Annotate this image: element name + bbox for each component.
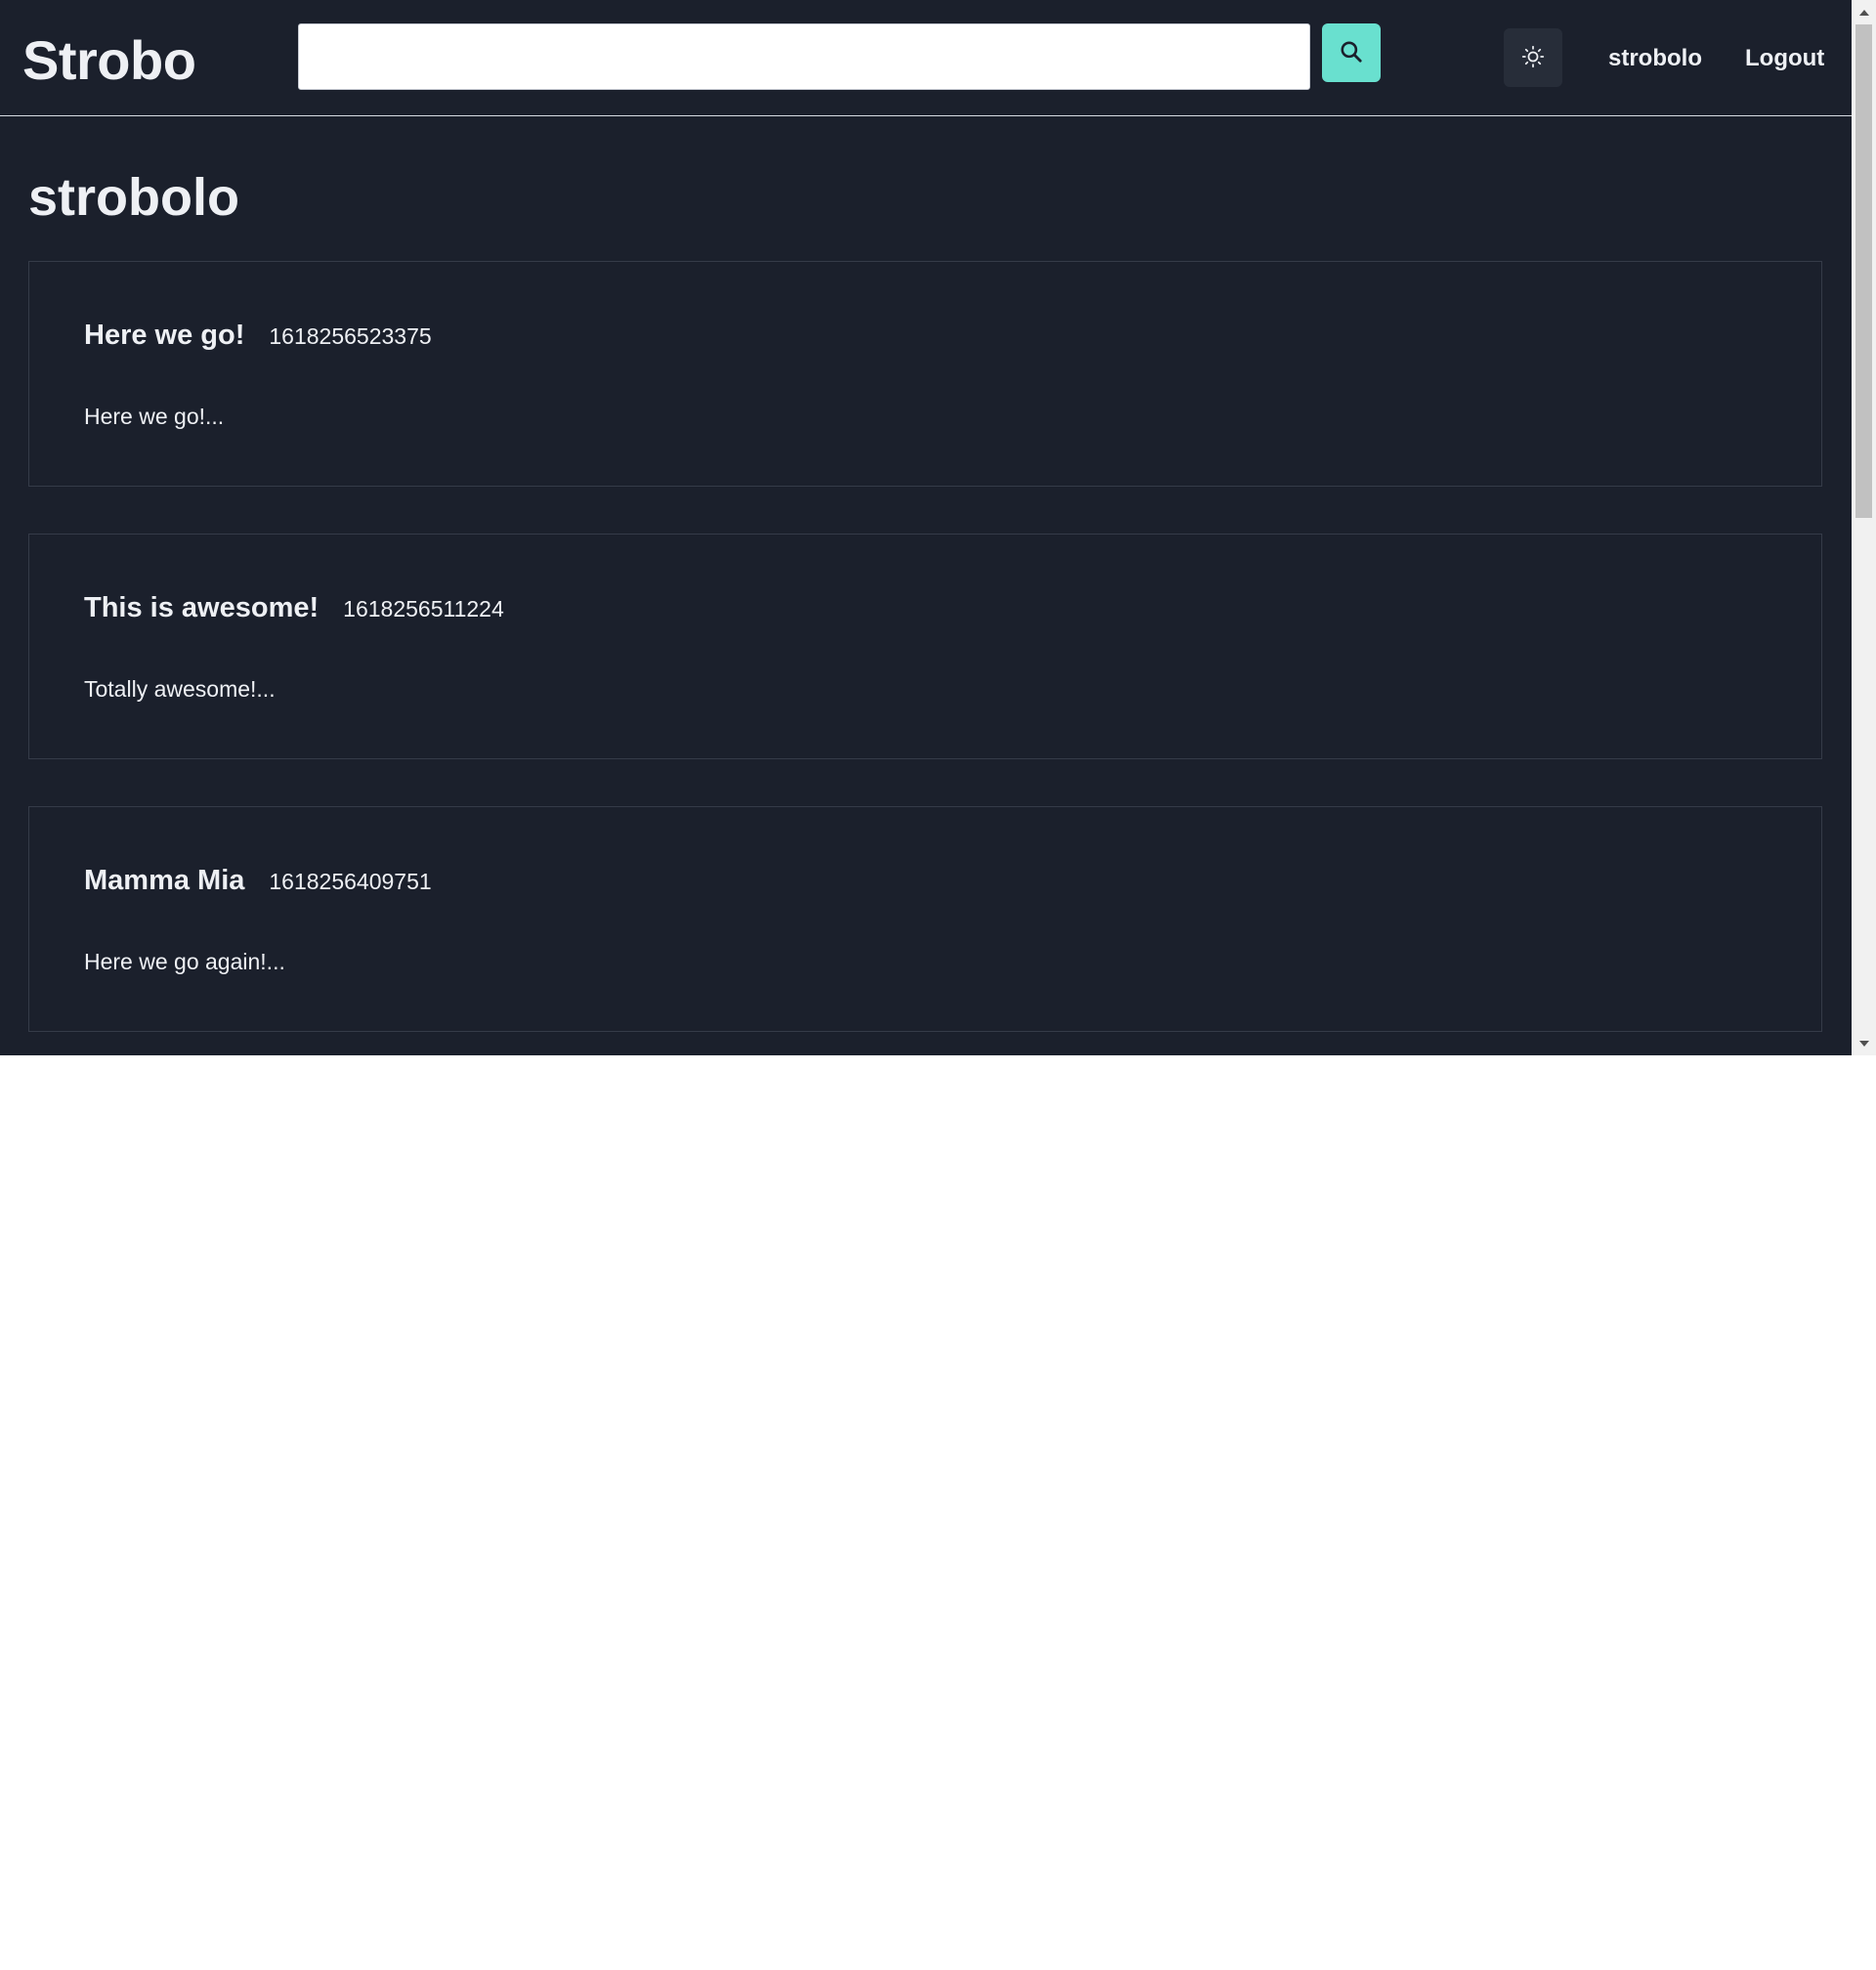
post-excerpt: Here we go!... [84,404,225,429]
page-title: strobolo [28,168,239,227]
post-card[interactable]: Here we go! 1618256523375 Here we go!... [28,261,1822,487]
post-timestamp: 1618256409751 [269,869,432,894]
vertical-scrollbar[interactable] [1852,0,1876,1055]
search-input[interactable] [298,23,1310,90]
theme-toggle-button[interactable] [1504,28,1562,87]
scroll-down-arrow-icon[interactable] [1852,1031,1876,1055]
sun-icon [1520,44,1546,72]
post-card[interactable]: Mamma Mia 1618256409751 Here we go again… [28,806,1822,1032]
post-header: This is awesome! 1618256511224 [84,588,504,628]
post-card[interactable]: This is awesome! 1618256511224 Totally a… [28,534,1822,759]
browser-viewport: Strobo strobolo Logout strobolo Here we … [0,0,1876,1055]
search-icon [1339,39,1364,67]
post-title[interactable]: Here we go! [84,316,244,355]
post-excerpt: Here we go again!... [84,949,285,974]
post-title[interactable]: Mamma Mia [84,861,244,900]
post-excerpt: Totally awesome!... [84,676,276,702]
scroll-up-arrow-icon[interactable] [1852,0,1876,24]
post-title[interactable]: This is awesome! [84,588,319,627]
post-timestamp: 1618256511224 [343,596,504,621]
navbar: Strobo strobolo Logout [0,0,1852,116]
brand-logo[interactable]: Strobo [22,25,196,96]
post-header: Mamma Mia 1618256409751 [84,861,432,901]
scrollbar-thumb[interactable] [1855,24,1872,518]
post-timestamp: 1618256523375 [269,323,432,349]
user-profile-link[interactable]: strobolo [1608,43,1702,74]
logout-link[interactable]: Logout [1745,43,1824,74]
app-root: Strobo strobolo Logout strobolo Here we … [0,0,1852,1055]
post-header: Here we go! 1618256523375 [84,316,432,356]
search-button[interactable] [1322,23,1381,82]
